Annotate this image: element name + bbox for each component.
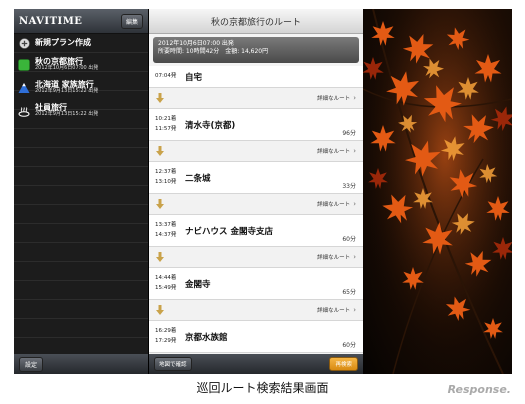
stay-duration: 65分	[342, 289, 356, 296]
stop-name: ナビハウス 金閣寺支店	[185, 226, 273, 237]
route-stop[interactable]: 12:37着 13:10発 二条城 33分	[149, 162, 363, 194]
stop-name: 清水寺(京都)	[185, 120, 236, 131]
depart-time: 07:04発	[155, 72, 177, 79]
arrive-time: 16:29着	[155, 327, 177, 334]
depart-time: 14:37発	[155, 231, 177, 238]
depart-time: 15:49発	[155, 284, 177, 291]
route-leg[interactable]: 詳細なルート ›	[149, 88, 363, 109]
summary-duration-fare: 所要時間: 10時間42分 金額: 14,620円	[158, 48, 269, 56]
stop-name: 京都水族館	[185, 332, 228, 343]
autumn-maple-photo	[363, 9, 512, 374]
arrow-down-icon	[155, 305, 165, 315]
arrive-time: 12:37着	[155, 168, 177, 175]
mountain-icon	[18, 82, 30, 94]
route-leg[interactable]: 詳細なルート ›	[149, 247, 363, 268]
chevron-right-icon: ›	[353, 200, 356, 208]
route-stop[interactable]: 16:29着 17:29発 京都水族館 60分	[149, 321, 363, 353]
depart-time: 11:57発	[155, 125, 177, 132]
route-leg[interactable]: 詳細なルート ›	[149, 300, 363, 321]
chevron-right-icon: ›	[353, 147, 356, 155]
chevron-right-icon: ›	[353, 306, 356, 314]
route-leg[interactable]: 詳細なルート ›	[149, 194, 363, 215]
arrive-time: 14:44着	[155, 274, 177, 281]
stay-duration: 96分	[342, 130, 356, 137]
sidebar-footer: 設定	[14, 354, 148, 374]
plan-item-hokkaido[interactable]: 北海道 家族旅行 2012年9月13日15:22 出発	[14, 76, 148, 99]
chevron-right-icon: ›	[353, 94, 356, 102]
new-plan-label: 新規プラン作成	[35, 38, 91, 48]
arrive-time: 10:21着	[155, 115, 177, 122]
arrow-down-icon	[155, 146, 165, 156]
view-map-button[interactable]: 地図で確認	[154, 357, 192, 371]
app-screenshot: NAVITIME 編集 新規プラン作成 秋の京都旅行 2012年10月6日07:…	[14, 9, 512, 374]
depart-time: 13:10発	[155, 178, 177, 185]
stop-name: 金閣寺	[185, 279, 211, 290]
stay-duration: 60分	[342, 236, 356, 243]
route-leg[interactable]: 詳細なルート ›	[149, 141, 363, 162]
route-stop[interactable]: 07:04発 自宅	[149, 66, 363, 88]
detail-route-link[interactable]: 詳細なルート	[317, 200, 350, 208]
stop-name: 自宅	[185, 72, 203, 83]
sidebar-header: NAVITIME 編集	[14, 9, 148, 34]
route-stop[interactable]: 14:44着 15:49発 金閣寺 65分	[149, 268, 363, 300]
plan-departure: 2012年10月6日07:00 出発	[35, 65, 99, 72]
plan-departure: 2012年9月13日15:22 出発	[35, 111, 99, 118]
edit-button[interactable]: 編集	[120, 13, 143, 29]
arrow-down-icon	[155, 199, 165, 209]
detail-route-link[interactable]: 詳細なルート	[317, 306, 350, 314]
route-title: 秋の京都旅行のルート	[149, 9, 363, 34]
hot-spring-icon	[18, 105, 30, 117]
depart-time: 17:29発	[155, 337, 177, 344]
detail-route-link[interactable]: 詳細なルート	[317, 94, 350, 102]
plan-list: 新規プラン作成 秋の京都旅行 2012年10月6日07:00 出発 北海道 家族…	[14, 34, 148, 354]
route-summary: 2012年10月6日07:00 出発 所要時間: 10時間42分 金額: 14,…	[153, 37, 359, 63]
navitime-logo: NAVITIME	[19, 15, 83, 27]
detail-route-link[interactable]: 詳細なルート	[317, 147, 350, 155]
summary-departure: 2012年10月6日07:00 出発	[158, 40, 234, 47]
maple-leaves-illustration	[363, 9, 512, 374]
arrive-time: 13:37着	[155, 221, 177, 228]
settings-button[interactable]: 設定	[19, 356, 44, 372]
stay-duration: 33分	[342, 183, 356, 190]
route-footer: 地図で確認 再検索	[149, 354, 363, 374]
plan-sidebar: NAVITIME 編集 新規プラン作成 秋の京都旅行 2012年10月6日07:…	[14, 9, 149, 374]
arrow-down-icon	[155, 93, 165, 103]
route-list[interactable]: 07:04発 自宅 詳細なルート › 10:21着 11:57発 清水寺(京都) 9…	[149, 66, 363, 354]
plan-item-kyoto[interactable]: 秋の京都旅行 2012年10月6日07:00 出発	[14, 53, 148, 76]
stop-name: 二条城	[185, 173, 211, 184]
plan-item-company-trip[interactable]: 社員旅行 2012年9月13日15:22 出発	[14, 99, 148, 122]
detail-route-link[interactable]: 詳細なルート	[317, 253, 350, 261]
plan-departure: 2012年9月13日15:22 出発	[35, 88, 99, 95]
stay-duration: 60分	[342, 342, 356, 349]
route-stop[interactable]: 13:37着 14:37発 ナビハウス 金閣寺支店 60分	[149, 215, 363, 247]
green-square-icon	[18, 58, 30, 71]
chevron-right-icon: ›	[353, 253, 356, 261]
arrow-down-icon	[155, 252, 165, 262]
route-panel: 秋の京都旅行のルート 2012年10月6日07:00 出発 所要時間: 10時間…	[149, 9, 363, 374]
research-button[interactable]: 再検索	[329, 357, 358, 371]
plus-circle-icon	[18, 38, 30, 50]
figure-caption: 巡回ルート検索結果画面	[196, 381, 329, 395]
route-stop[interactable]: 10:21着 11:57発 清水寺(京都) 96分	[149, 109, 363, 141]
response-watermark: Response.	[447, 383, 511, 396]
new-plan-button[interactable]: 新規プラン作成	[14, 34, 148, 53]
